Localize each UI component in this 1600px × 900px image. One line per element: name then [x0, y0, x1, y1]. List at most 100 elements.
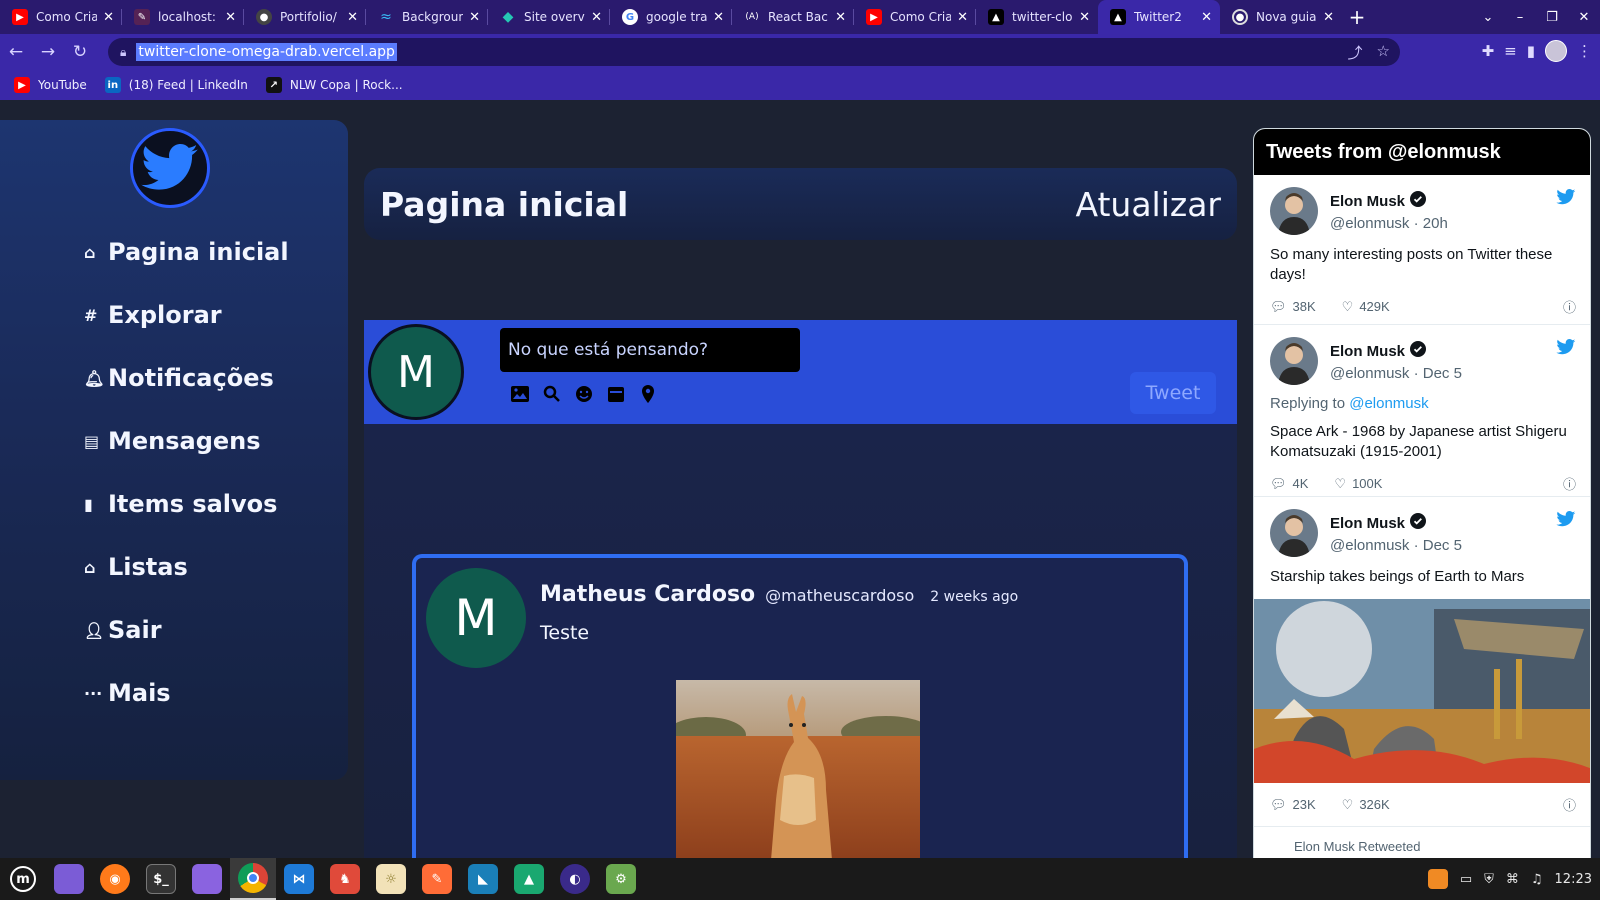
taskbar-app[interactable]: ◣	[460, 858, 506, 900]
twitter-bird-icon[interactable]	[1556, 511, 1576, 532]
calendar-icon[interactable]	[606, 384, 626, 404]
emoji-icon[interactable]	[574, 384, 594, 404]
embedded-tweet[interactable]: Elon Musk @elonmusk · 20h So many intere…	[1254, 175, 1590, 325]
taskbar-app[interactable]: ⚙	[598, 858, 644, 900]
search-icon[interactable]	[542, 384, 562, 404]
close-tab-icon[interactable]: ✕	[469, 10, 480, 25]
close-tab-icon[interactable]: ✕	[835, 10, 846, 25]
network-icon[interactable]: ⌘	[1506, 872, 1519, 887]
browser-tab[interactable]: ≈ Backgroun ✕	[366, 0, 488, 34]
menu-kebab-icon[interactable]: ⋮	[1577, 42, 1592, 60]
image-icon[interactable]	[510, 384, 530, 404]
browser-tab-active[interactable]: ▲ Twitter2 ✕	[1098, 0, 1220, 34]
taskbar-app[interactable]: ◐	[552, 858, 598, 900]
info-icon[interactable]: ⓘ	[1563, 474, 1576, 493]
twitter-bird-icon[interactable]	[1556, 189, 1576, 210]
browser-tab[interactable]: ▶ Como Cria ✕	[854, 0, 976, 34]
bookmark-star-icon[interactable]: ☆	[1377, 42, 1390, 63]
author-name[interactable]: Elon Musk	[1330, 341, 1462, 361]
taskbar-app[interactable]: ◉	[92, 858, 138, 900]
taskbar-app[interactable]: ☼	[368, 858, 414, 900]
reply-icon[interactable]: 💬︎	[1270, 299, 1287, 315]
taskbar-app[interactable]	[184, 858, 230, 900]
taskbar-app[interactable]: ⋈	[276, 858, 322, 900]
tweet-card[interactable]: M Matheus Cardoso @matheuscardoso 2 week…	[412, 554, 1188, 858]
like-icon[interactable]: ♡	[1334, 476, 1346, 492]
space-ark-painting[interactable]	[1254, 599, 1590, 783]
author-name[interactable]: Elon Musk	[1330, 191, 1448, 211]
embedded-tweet[interactable]: Elon Musk @elonmusk · Dec 5 Starship tak…	[1254, 497, 1590, 827]
close-tab-icon[interactable]: ✕	[225, 10, 236, 25]
url-text[interactable]: twitter-clone-omega-drab.vercel.app	[136, 43, 397, 61]
taskbar-app[interactable]: ♞	[322, 858, 368, 900]
new-tab-button[interactable]: +	[1342, 5, 1372, 29]
nav-item-notifications[interactable]: 🔔︎ Notificações	[84, 364, 274, 392]
browser-tab[interactable]: (A) React Bac ✕	[732, 0, 854, 34]
nav-item-messages[interactable]: ▤ Mensagens	[84, 427, 261, 455]
nav-item-logout[interactable]: 👤︎ Sair	[84, 616, 162, 644]
close-tab-icon[interactable]: ✕	[591, 10, 602, 25]
twitter-bird-icon[interactable]	[1556, 339, 1576, 360]
location-icon[interactable]	[638, 384, 658, 404]
browser-tab[interactable]: ✎ localhost: ✕	[122, 0, 244, 34]
back-icon[interactable]: ←	[0, 42, 32, 62]
side-panel-icon[interactable]: ▮	[1527, 42, 1535, 60]
info-icon[interactable]: ⓘ	[1563, 297, 1576, 316]
taskbar-app-active[interactable]	[230, 858, 276, 900]
twitter-logo-icon[interactable]	[130, 128, 210, 208]
browser-tab[interactable]: Ggoogle tra ✕	[610, 0, 732, 34]
share-icon[interactable]: ⤴	[1348, 42, 1363, 63]
close-tab-icon[interactable]: ✕	[713, 10, 724, 25]
refresh-button[interactable]: Atualizar	[1075, 185, 1221, 224]
nav-item-more[interactable]: ··· Mais	[84, 679, 171, 707]
bookmark-item[interactable]: in (18) Feed | LinkedIn	[104, 77, 248, 93]
bookmark-item[interactable]: ▶ YouTube	[14, 77, 87, 93]
nav-item-lists[interactable]: ⌂ Listas	[84, 553, 188, 581]
embedded-tweet[interactable]: Elon Musk @elonmusk · Dec 5 Replying to …	[1254, 325, 1590, 497]
close-tab-icon[interactable]: ✕	[957, 10, 968, 25]
close-window-icon[interactable]: ✕	[1568, 10, 1600, 25]
sound-icon[interactable]: ♫	[1531, 872, 1543, 887]
address-bar[interactable]: 🔒︎ twitter-clone-omega-drab.vercel.app ⤴…	[108, 38, 1400, 66]
taskbar-app[interactable]: ▲	[506, 858, 552, 900]
taskbar-app[interactable]: m	[0, 858, 46, 900]
like-icon[interactable]: ♡	[1342, 299, 1354, 315]
browser-tab[interactable]: ● Portifolio/ ✕	[244, 0, 366, 34]
tab-search-icon[interactable]: ⌄	[1472, 10, 1504, 25]
minimize-icon[interactable]: –	[1504, 10, 1536, 25]
taskbar-app[interactable]	[46, 858, 92, 900]
bookmark-item[interactable]: ↗ NLW Copa | Rock...	[265, 77, 403, 93]
close-tab-icon[interactable]: ✕	[1079, 10, 1090, 25]
like-icon[interactable]: ♡	[1342, 797, 1354, 813]
close-tab-icon[interactable]: ✕	[1201, 10, 1212, 25]
profile-avatar[interactable]	[1545, 40, 1567, 62]
close-tab-icon[interactable]: ✕	[103, 10, 114, 25]
reply-icon[interactable]: 💬︎	[1270, 797, 1287, 813]
reply-icon[interactable]: 💬︎	[1270, 476, 1287, 492]
nav-item-explore[interactable]: # Explorar	[84, 301, 222, 329]
extensions-icon[interactable]: ✚	[1482, 42, 1495, 60]
clock[interactable]: 12:23	[1555, 872, 1592, 887]
restore-icon[interactable]: ❐	[1536, 10, 1568, 25]
author-name[interactable]: Matheus Cardoso	[540, 582, 755, 607]
tweet-button[interactable]: Tweet	[1130, 372, 1216, 414]
browser-tab[interactable]: ◆ Site overvi ✕	[488, 0, 610, 34]
author-handle[interactable]: @matheuscardoso	[765, 586, 914, 605]
browser-tab[interactable]: ▶ Como Cria ✕	[0, 0, 122, 34]
tweet-input[interactable]: No que está pensando?	[500, 328, 800, 372]
close-tab-icon[interactable]: ✕	[1323, 10, 1334, 25]
lock-icon[interactable]: 🔒︎	[120, 45, 126, 60]
close-tab-icon[interactable]: ✕	[347, 10, 358, 25]
shield-icon[interactable]: ⛨	[1484, 872, 1494, 887]
avatar[interactable]	[1270, 509, 1318, 557]
media-queue-icon[interactable]: ≡	[1504, 42, 1517, 60]
clipboard-icon[interactable]: ▭	[1460, 872, 1472, 887]
taskbar-app[interactable]: ✎	[414, 858, 460, 900]
tray-app-icon[interactable]	[1427, 869, 1448, 889]
replying-to-link[interactable]: @elonmusk	[1349, 395, 1428, 412]
embed-title[interactable]: Tweets from @elonmusk	[1254, 129, 1590, 175]
taskbar-app[interactable]: $_	[138, 858, 184, 900]
browser-tab[interactable]: ▲ twitter-clo ✕	[976, 0, 1098, 34]
info-icon[interactable]: ⓘ	[1563, 795, 1576, 814]
browser-tab[interactable]: ● Nova guia ✕	[1220, 0, 1342, 34]
